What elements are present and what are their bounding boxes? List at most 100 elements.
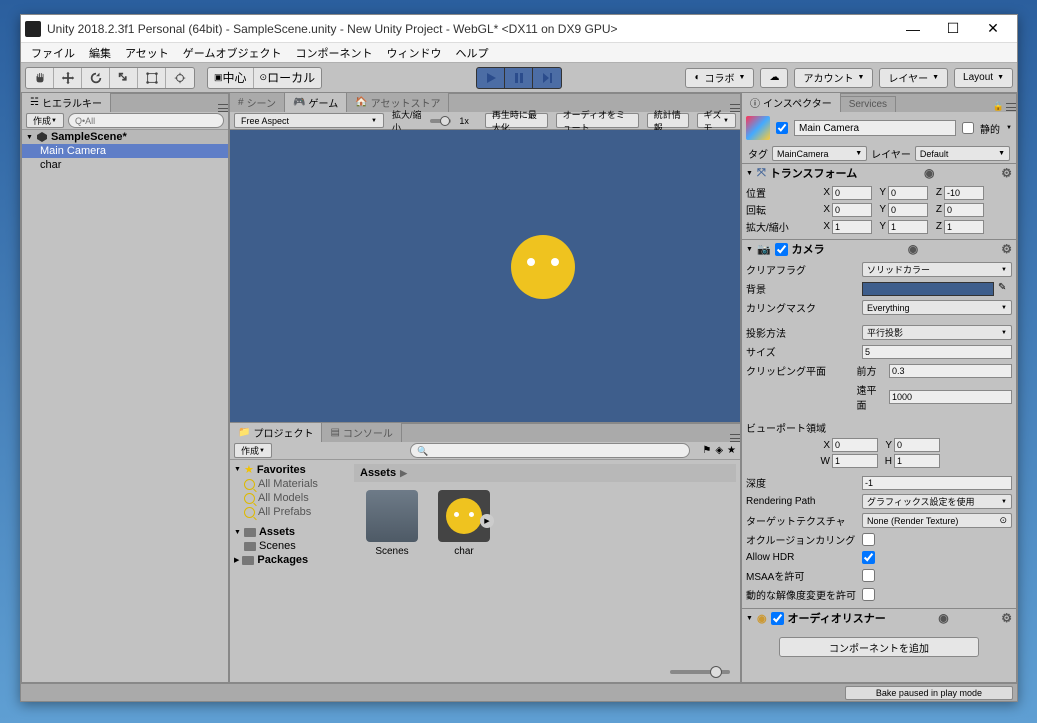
foldout-icon[interactable]: ▼ xyxy=(746,170,753,177)
scale-tool-button[interactable] xyxy=(110,68,138,88)
rotation-z-input[interactable] xyxy=(944,203,984,217)
background-color-field[interactable] xyxy=(862,282,994,296)
layout-dropdown[interactable]: Layout▼ xyxy=(954,68,1013,88)
account-dropdown[interactable]: アカウント▼ xyxy=(794,68,873,88)
rotation-x-input[interactable] xyxy=(832,203,872,217)
target-texture-field[interactable]: None (Render Texture)⊙ xyxy=(862,513,1012,528)
scale-z-input[interactable] xyxy=(944,220,984,234)
play-button[interactable] xyxy=(477,68,505,88)
project-search-input[interactable] xyxy=(410,443,690,458)
step-button[interactable] xyxy=(533,68,561,88)
rotation-y-input[interactable] xyxy=(888,203,928,217)
menu-component[interactable]: コンポーネント xyxy=(289,43,378,63)
position-x-input[interactable] xyxy=(832,186,872,200)
viewport-x-input[interactable] xyxy=(832,438,878,452)
scenes-folder[interactable]: Scenes xyxy=(232,539,348,553)
viewport-y-input[interactable] xyxy=(894,438,940,452)
hierarchy-scene-row[interactable]: ▼ SampleScene* xyxy=(22,130,228,144)
pivot-local-button[interactable]: ⊙ ローカル xyxy=(254,68,322,88)
tag-dropdown[interactable]: MainCamera▼ xyxy=(772,146,867,161)
favorite-all-materials[interactable]: All Materials xyxy=(232,477,348,491)
clear-flags-dropdown[interactable]: ソリッドカラー▼ xyxy=(862,262,1012,277)
add-component-button[interactable]: コンポーネントを追加 xyxy=(779,637,979,657)
cloud-button[interactable]: ☁ xyxy=(760,68,788,88)
occlusion-checkbox[interactable] xyxy=(862,533,875,546)
close-button[interactable]: ✕ xyxy=(973,17,1013,41)
dynamic-res-checkbox[interactable] xyxy=(862,588,875,601)
favorite-all-prefabs[interactable]: All Prefabs xyxy=(232,505,348,519)
help-icon[interactable]: ◉ xyxy=(908,242,918,256)
move-tool-button[interactable] xyxy=(54,68,82,88)
collab-button[interactable]: ◐コラボ▼ xyxy=(685,68,754,88)
menu-help[interactable]: ヘルプ xyxy=(449,43,494,63)
position-z-input[interactable] xyxy=(944,186,984,200)
menu-edit[interactable]: 編集 xyxy=(83,43,117,63)
scale-slider[interactable] xyxy=(430,119,452,123)
pivot-center-button[interactable]: ▣ 中心 xyxy=(208,68,254,88)
rotate-tool-button[interactable] xyxy=(82,68,110,88)
foldout-icon[interactable]: ▼ xyxy=(26,134,33,141)
mute-audio-button[interactable]: オーディオをミュート xyxy=(556,113,639,128)
hierarchy-item-char[interactable]: char xyxy=(22,158,228,172)
services-tab[interactable]: Services xyxy=(841,96,896,112)
gizmos-dropdown[interactable]: ギズモ▼ xyxy=(697,113,736,128)
settings-icon[interactable]: ⚙ xyxy=(1001,242,1012,256)
hdr-checkbox[interactable] xyxy=(862,551,875,564)
help-icon[interactable]: ◉ xyxy=(938,611,948,625)
search-type-icon[interactable]: ◈ xyxy=(715,445,723,456)
menu-assets[interactable]: アセット xyxy=(119,43,175,63)
asset-size-slider[interactable] xyxy=(670,670,730,674)
packages-folder[interactable]: ▶Packages xyxy=(232,553,348,567)
asset-item-char[interactable]: ▶ char xyxy=(434,490,494,557)
game-tab[interactable]: 🎮ゲーム xyxy=(285,93,347,112)
scene-tab[interactable]: #シーン xyxy=(230,93,285,112)
audio-enabled-checkbox[interactable] xyxy=(771,612,784,625)
hierarchy-item-main-camera[interactable]: Main Camera xyxy=(22,144,228,158)
maximize-on-play-button[interactable]: 再生時に最大化 xyxy=(485,113,548,128)
size-input[interactable] xyxy=(862,345,1012,359)
transform-tool-button[interactable] xyxy=(166,68,194,88)
settings-icon[interactable]: ⚙ xyxy=(1001,166,1012,180)
settings-icon[interactable]: ⚙ xyxy=(1001,611,1012,625)
panel-menu-icon[interactable] xyxy=(218,104,228,112)
console-tab[interactable]: ▤コンソール xyxy=(322,422,401,442)
msaa-checkbox[interactable] xyxy=(862,569,875,582)
maximize-button[interactable]: ☐ xyxy=(933,17,973,41)
near-input[interactable] xyxy=(889,364,1012,378)
hierarchy-tab[interactable]: ☵ヒエラルキー xyxy=(22,93,111,112)
projection-dropdown[interactable]: 平行投影▼ xyxy=(862,325,1012,340)
project-create-button[interactable]: 作成 ▼ xyxy=(234,443,272,458)
depth-input[interactable] xyxy=(862,476,1012,490)
favorite-all-models[interactable]: All Models xyxy=(232,491,348,505)
eyedropper-icon[interactable]: ✎ xyxy=(998,282,1012,296)
search-filter-icon[interactable]: ⚑ xyxy=(702,445,711,456)
project-tab[interactable]: 📁プロジェクト xyxy=(230,422,322,442)
menu-gameobject[interactable]: ゲームオブジェクト xyxy=(177,43,288,63)
gameobject-name-input[interactable] xyxy=(794,120,956,136)
panel-menu-icon[interactable] xyxy=(730,434,740,442)
stats-button[interactable]: 統計情報 xyxy=(647,113,689,128)
scale-x-input[interactable] xyxy=(832,220,872,234)
rendering-path-dropdown[interactable]: グラフィックス設定を使用▼ xyxy=(862,494,1012,509)
panel-menu-icon[interactable] xyxy=(730,104,740,112)
viewport-h-input[interactable] xyxy=(894,454,940,468)
favorites-group[interactable]: ▼★Favorites xyxy=(232,462,348,477)
menu-file[interactable]: ファイル xyxy=(25,43,81,63)
position-y-input[interactable] xyxy=(888,186,928,200)
static-checkbox[interactable] xyxy=(962,122,974,134)
foldout-icon[interactable]: ▼ xyxy=(746,615,753,622)
inspector-tab[interactable]: ⓘインスペクター xyxy=(742,93,841,112)
aspect-dropdown[interactable]: Free Aspect▼ xyxy=(234,113,384,128)
gameobject-active-checkbox[interactable] xyxy=(776,122,788,134)
scale-y-input[interactable] xyxy=(888,220,928,234)
foldout-icon[interactable]: ▼ xyxy=(746,246,753,253)
camera-enabled-checkbox[interactable] xyxy=(775,243,788,256)
rect-tool-button[interactable] xyxy=(138,68,166,88)
culling-mask-dropdown[interactable]: Everything▼ xyxy=(862,300,1012,315)
menu-window[interactable]: ウィンドウ xyxy=(380,43,447,63)
asset-folder-scenes[interactable]: Scenes xyxy=(362,490,422,557)
layers-dropdown[interactable]: レイヤー▼ xyxy=(879,68,948,88)
viewport-w-input[interactable] xyxy=(832,454,878,468)
assets-folder[interactable]: ▼Assets xyxy=(232,525,348,539)
hierarchy-create-button[interactable]: 作成 ▼ xyxy=(26,113,64,128)
